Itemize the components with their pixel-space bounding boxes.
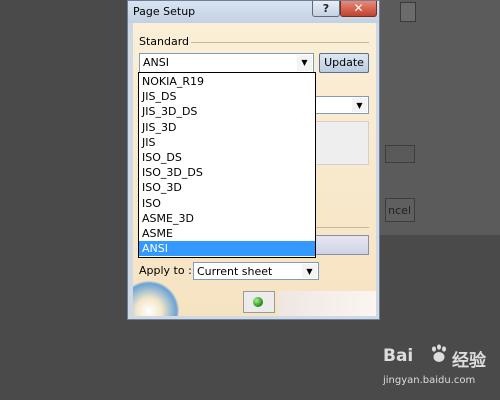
green-dot-icon bbox=[253, 297, 263, 307]
dropdown-item[interactable]: NOKIA_R19 bbox=[139, 74, 315, 89]
apply-to-label: Apply to : bbox=[139, 264, 192, 277]
standard-select-value: ANSI bbox=[143, 56, 169, 69]
close-icon: ✕ bbox=[353, 1, 364, 15]
partially-hidden-button[interactable] bbox=[311, 235, 369, 255]
chevron-down-icon[interactable]: ▼ bbox=[297, 55, 312, 71]
chevron-down-icon[interactable]: ▼ bbox=[352, 98, 367, 112]
standard-group-label: Standard bbox=[139, 35, 190, 48]
help-button[interactable]: ? bbox=[312, 1, 340, 17]
dropdown-item[interactable]: ASME_3D bbox=[139, 211, 315, 226]
dropdown-item[interactable]: JIS_3D bbox=[139, 120, 315, 135]
group-divider bbox=[311, 227, 369, 228]
dropdown-item[interactable]: JIS bbox=[139, 135, 315, 150]
close-button[interactable]: ✕ bbox=[340, 1, 377, 17]
standard-select[interactable]: ANSI ▼ bbox=[139, 53, 314, 73]
dropdown-item[interactable]: ISO_3D_DS bbox=[139, 165, 315, 180]
format-select[interactable]: ▼ bbox=[311, 96, 369, 114]
chevron-down-icon[interactable]: ▼ bbox=[302, 264, 317, 278]
background-combo bbox=[400, 2, 416, 22]
background-button bbox=[385, 145, 415, 163]
standard-dropdown-list[interactable]: NOKIA_R19 JIS_DS JIS_3D_DS JIS_3D JIS ISO_DS I… bbox=[138, 72, 316, 258]
paw-icon bbox=[432, 344, 446, 362]
dropdown-item[interactable]: ISO_3D bbox=[139, 180, 315, 195]
dropdown-item[interactable]: JIS_3D_DS bbox=[139, 104, 315, 119]
watermark-brand-cn: 经验 bbox=[452, 351, 486, 371]
dropdown-item[interactable]: ISO bbox=[139, 196, 315, 211]
dropdown-item[interactable]: ISO_DS bbox=[139, 150, 315, 165]
preview-panel bbox=[311, 121, 369, 165]
background-cancel-label: ncel bbox=[388, 204, 411, 217]
background-cancel-button: ncel bbox=[385, 198, 415, 222]
apply-to-select[interactable]: Current sheet ▼ bbox=[193, 262, 319, 280]
blurred-region bbox=[278, 291, 376, 316]
title-bar: Page Setup ? ✕ bbox=[128, 1, 379, 23]
update-button[interactable]: Update bbox=[319, 53, 369, 73]
apply-to-value: Current sheet bbox=[197, 265, 273, 278]
help-icon: ? bbox=[322, 2, 330, 15]
dropdown-item[interactable]: ANSI bbox=[139, 241, 315, 257]
standard-group-divider bbox=[191, 42, 369, 43]
decorative-glow bbox=[133, 281, 179, 316]
dropdown-item[interactable]: ASME bbox=[139, 226, 315, 241]
dialog-title: Page Setup bbox=[133, 5, 196, 18]
watermark-brand: Bai bbox=[383, 346, 414, 366]
dropdown-item[interactable]: JIS_DS bbox=[139, 89, 315, 104]
watermark-url: jingyan.baidu.com bbox=[383, 375, 476, 386]
ok-button[interactable] bbox=[243, 291, 275, 313]
